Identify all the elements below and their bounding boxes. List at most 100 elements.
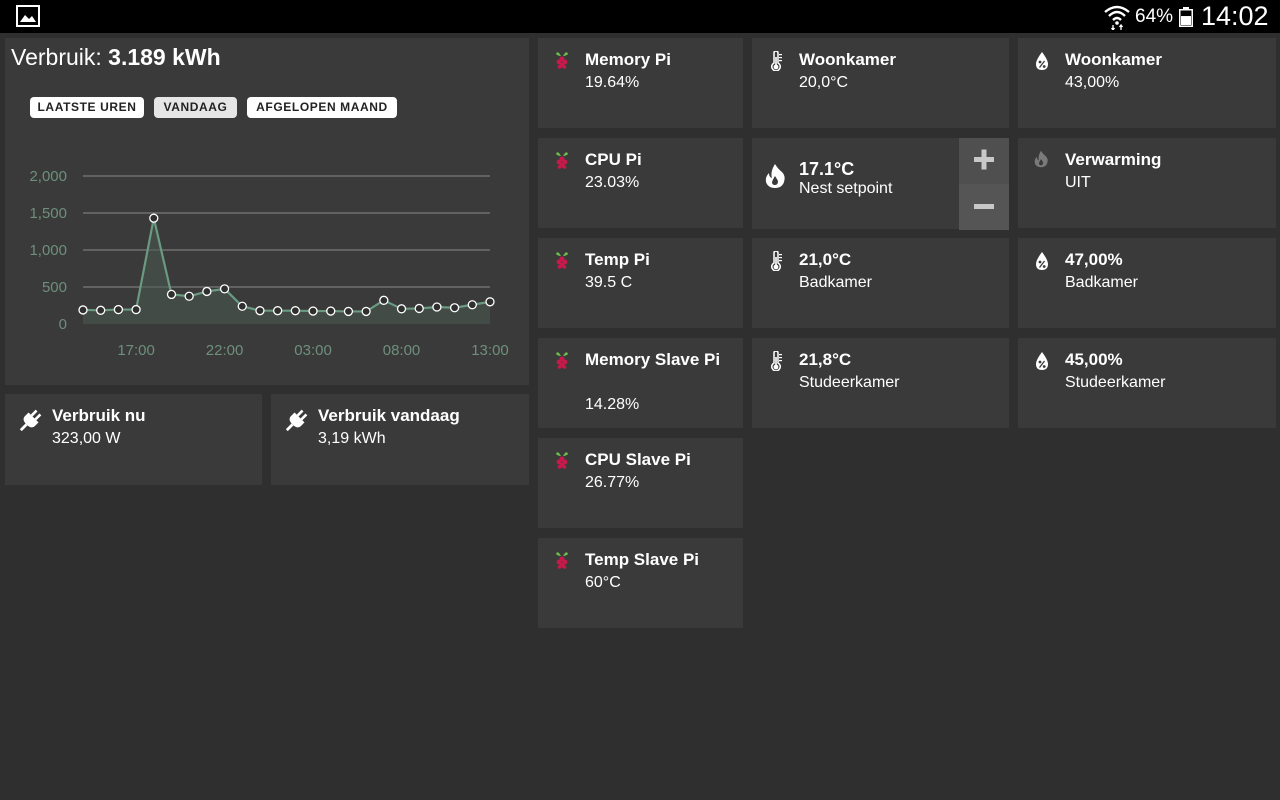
data-point bbox=[361, 306, 371, 317]
energy-chart: 0 500 1,000 1,500 2,000 17:00 22:00 03:00 08:00 1… bbox=[29, 168, 509, 359]
raspberry-pi-icon bbox=[556, 252, 568, 269]
status-bar: 64% 14:02 bbox=[0, 0, 1280, 33]
flame-icon bbox=[1034, 150, 1048, 168]
humidity-icon bbox=[1035, 51, 1049, 71]
tile-label: CPU Slave Pi bbox=[585, 450, 691, 469]
raspberry-pi-icon bbox=[556, 352, 568, 369]
tile-temp-slave-pi: Temp Slave Pi 60°C bbox=[538, 538, 743, 628]
setpoint-increase-button[interactable] bbox=[959, 138, 1009, 184]
tile-label: Verbruik nu bbox=[52, 406, 146, 425]
tile-value: 39.5 C bbox=[585, 274, 633, 291]
data-point bbox=[308, 306, 318, 316]
tile-humidity-studeerkamer: 45,00% Studeerkamer bbox=[1018, 338, 1276, 428]
x-tick-label: 03:00 bbox=[294, 342, 332, 359]
x-tick-label: 17:00 bbox=[117, 342, 155, 359]
plus-icon bbox=[974, 149, 994, 170]
tile-verbruik-vandaag: Verbruik vandaag 3,19 kWh bbox=[271, 394, 529, 485]
tile-value: 3,19 kWh bbox=[318, 430, 386, 447]
gallery-icon bbox=[16, 5, 40, 27]
tile-value: 19.64% bbox=[585, 74, 640, 91]
data-point bbox=[414, 303, 424, 314]
tile-value: UIT bbox=[1065, 174, 1091, 191]
tile-value: 20,0°C bbox=[799, 74, 849, 91]
tile-label: 45,00% bbox=[1065, 350, 1123, 369]
tile-label: Verwarming bbox=[1065, 150, 1162, 169]
thermometer-icon bbox=[771, 351, 783, 371]
nest-label: Nest setpoint bbox=[799, 180, 893, 197]
tile-label: Temp Pi bbox=[585, 250, 650, 269]
y-tick-label: 0 bbox=[59, 316, 67, 333]
humidity-icon bbox=[1035, 351, 1049, 371]
data-point bbox=[449, 303, 460, 313]
tile-label: CPU Pi bbox=[585, 150, 642, 169]
data-point bbox=[237, 301, 247, 311]
tile-humidity-badkamer: 47,00% Badkamer bbox=[1018, 238, 1276, 328]
tile-verwarming[interactable]: Verwarming UIT bbox=[1018, 138, 1276, 228]
tile-temp-studeerkamer: 21,8°C Studeerkamer bbox=[752, 338, 1009, 428]
data-point bbox=[166, 289, 177, 300]
tile-temp-badkamer: 21,0°C Badkamer bbox=[752, 238, 1009, 328]
battery-percent: 64% bbox=[1135, 6, 1174, 27]
tile-value: 43,00% bbox=[1065, 74, 1120, 91]
data-point bbox=[273, 306, 283, 316]
data-point bbox=[149, 213, 159, 223]
tile-value: 26.77% bbox=[585, 474, 640, 491]
raspberry-pi-icon bbox=[556, 552, 568, 569]
tile-cpu-slave-pi: CPU Slave Pi 26.77% bbox=[538, 438, 743, 528]
tile-value: 60°C bbox=[585, 574, 621, 591]
data-point bbox=[432, 302, 442, 312]
y-tick-label: 2,000 bbox=[29, 168, 67, 185]
data-point bbox=[290, 306, 300, 316]
data-point bbox=[78, 305, 88, 315]
x-tick-label: 08:00 bbox=[383, 342, 421, 359]
data-point bbox=[184, 291, 194, 301]
tile-label: Temp Slave Pi bbox=[585, 550, 700, 569]
tile-value: Badkamer bbox=[799, 274, 872, 291]
plug-icon bbox=[19, 409, 42, 432]
tile-label: 21,0°C bbox=[799, 250, 852, 269]
raspberry-pi-icon bbox=[556, 152, 568, 169]
y-tick-label: 1,500 bbox=[29, 205, 67, 222]
y-tick-label: 1,000 bbox=[29, 242, 67, 259]
tile-label: Woonkamer bbox=[1065, 50, 1162, 69]
raspberry-pi-icon bbox=[556, 452, 568, 469]
tile-temp-pi: Temp Pi 39.5 C bbox=[538, 238, 743, 328]
clock: 14:02 bbox=[1201, 1, 1269, 31]
tile-memory-pi: Memory Pi 19.64% bbox=[538, 38, 743, 128]
tile-label: Verbruik vandaag bbox=[318, 406, 460, 425]
tile-label: Woonkamer bbox=[799, 50, 896, 69]
data-point bbox=[326, 306, 336, 316]
x-tick-label: 13:00 bbox=[471, 342, 509, 359]
setpoint-decrease-button[interactable] bbox=[959, 184, 1009, 230]
tile-verbruik-nu: Verbruik nu 323,00 W bbox=[5, 394, 262, 485]
data-point bbox=[202, 286, 212, 297]
tile-humidity-woonkamer: Woonkamer 43,00% bbox=[1018, 38, 1276, 128]
tile-value: 323,00 W bbox=[52, 430, 121, 447]
energy-chart-panel: Verbruik: 3.189 kWh LAATSTE UREN VANDAAG… bbox=[5, 38, 529, 385]
data-point bbox=[485, 297, 495, 307]
plug-icon bbox=[285, 409, 308, 432]
x-tick-label: 22:00 bbox=[206, 342, 244, 359]
data-point bbox=[396, 304, 407, 314]
tile-label: Memory Pi bbox=[585, 50, 671, 69]
thermometer-icon bbox=[771, 51, 783, 71]
tile-value: Studeerkamer bbox=[799, 374, 900, 391]
tile-temp-woonkamer: Woonkamer 20,0°C bbox=[752, 38, 1009, 128]
tile-value: 23.03% bbox=[585, 174, 640, 191]
tile-memory-slave-pi: Memory Slave Pi 14.28% bbox=[538, 338, 743, 428]
data-point bbox=[343, 306, 354, 317]
thermometer-icon bbox=[771, 251, 783, 271]
battery-icon bbox=[1179, 7, 1193, 27]
data-point bbox=[96, 305, 106, 315]
data-point bbox=[255, 306, 265, 316]
raspberry-pi-icon bbox=[556, 52, 568, 69]
flame-icon bbox=[765, 164, 785, 188]
humidity-icon bbox=[1035, 251, 1049, 271]
tile-label: Memory Slave Pi bbox=[585, 350, 721, 369]
data-point bbox=[219, 284, 230, 294]
data-point bbox=[131, 304, 141, 315]
tile-label: 47,00% bbox=[1065, 250, 1123, 269]
tile-cpu-pi: CPU Pi 23.03% bbox=[538, 138, 743, 228]
tile-value: 14.28% bbox=[585, 396, 640, 413]
wifi-icon bbox=[1104, 5, 1130, 30]
